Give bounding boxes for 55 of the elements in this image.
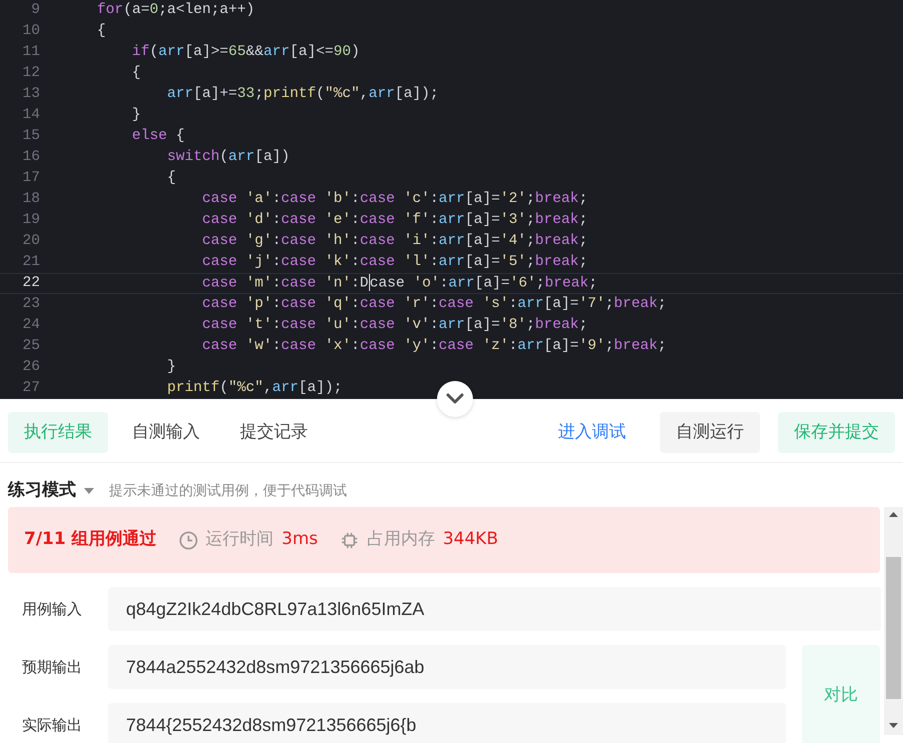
output-field: 7844{2552432d8sm9721356665j6{b <box>108 703 786 743</box>
code-line: for(a=0;a<len;a++) <box>96 1 255 20</box>
case-label: 用例输入 <box>21 598 83 620</box>
result-tab[interactable]: 提交记录 <box>224 412 324 454</box>
pass-summary: 7/11 组用例通过 <box>24 528 157 552</box>
line-number: 17 <box>21 169 40 188</box>
line-number: 13 <box>21 85 40 104</box>
code-line: { <box>96 22 106 41</box>
code-line: case 'a':case 'b':case 'c':arr[a]='2';break; <box>201 190 588 209</box>
case-label: 预期输出 <box>21 656 83 678</box>
code-line: switch(arr[a]) <box>166 148 290 167</box>
code-line: { <box>131 64 141 83</box>
code-line: case 'j':case 'k':case 'l':arr[a]='5';break; <box>201 253 588 272</box>
memory-label: 占用内存 <box>366 528 435 552</box>
line-number: 16 <box>21 148 40 167</box>
line-number: 20 <box>21 232 40 251</box>
debug-link[interactable]: 进入调试 <box>542 412 642 454</box>
output-field: 7844a2552432d8sm9721356665j6ab <box>108 645 786 689</box>
line-number: 14 <box>21 106 40 125</box>
line-number: 21 <box>21 253 40 272</box>
case-label: 实际输出 <box>21 714 83 736</box>
line-number: 12 <box>21 64 40 83</box>
code-line: case 'w':case 'x':case 'y':case 'z':arr[a]='9';break; <box>201 337 666 356</box>
memory-value: 344KB <box>442 528 498 552</box>
line-number: 9 <box>30 1 40 20</box>
line-number: 19 <box>21 211 40 230</box>
code-line: case 'g':case 'h':case 'i':arr[a]='4';break; <box>201 232 588 251</box>
code-line: { <box>166 169 176 188</box>
mode-selector[interactable]: 练习模式 <box>8 478 76 504</box>
code-line: if(arr[a]>=65&&arr[a]<=90) <box>131 43 360 62</box>
code-line: } <box>166 358 176 377</box>
line-number: 26 <box>21 358 40 377</box>
line-number: 10 <box>21 22 40 41</box>
time-label: 运行时间 <box>206 528 274 552</box>
code-line: case 'm':case 'n':Dcase 'o':arr[a]='6';break; <box>201 274 598 293</box>
code-line: arr[a]+=33;printf("%c",arr[a]); <box>166 85 439 104</box>
code-line: printf("%c",arr[a]); <box>166 379 342 398</box>
line-number: 11 <box>21 43 40 62</box>
code-line: case 't':case 'u':case 'v':arr[a]='8';break; <box>201 316 588 335</box>
code-line: case 'd':case 'e':case 'f':arr[a]='3';break; <box>201 211 588 230</box>
line-number: 25 <box>21 337 40 356</box>
code-line: else { <box>131 127 185 146</box>
line-number: 22 <box>21 274 40 293</box>
code-line: } <box>131 106 141 125</box>
line-number: 18 <box>21 190 40 209</box>
test-run-button[interactable]: 自测运行 <box>660 412 760 454</box>
mode-hint: 提示未通过的测试用例，便于代码调试 <box>109 482 347 500</box>
line-number: 23 <box>21 295 40 314</box>
time-value: 3ms <box>282 528 318 552</box>
line-number: 15 <box>21 127 40 146</box>
result-tab[interactable]: 自测输入 <box>116 412 216 454</box>
code-line: case 'p':case 'q':case 'r':case 's':arr[a]='7';break; <box>201 295 666 314</box>
output-field: q84gZ2Ik24dbC8RL97a13l6n65ImZA <box>108 587 881 631</box>
line-number: 27 <box>21 379 40 398</box>
line-number: 24 <box>21 316 40 335</box>
